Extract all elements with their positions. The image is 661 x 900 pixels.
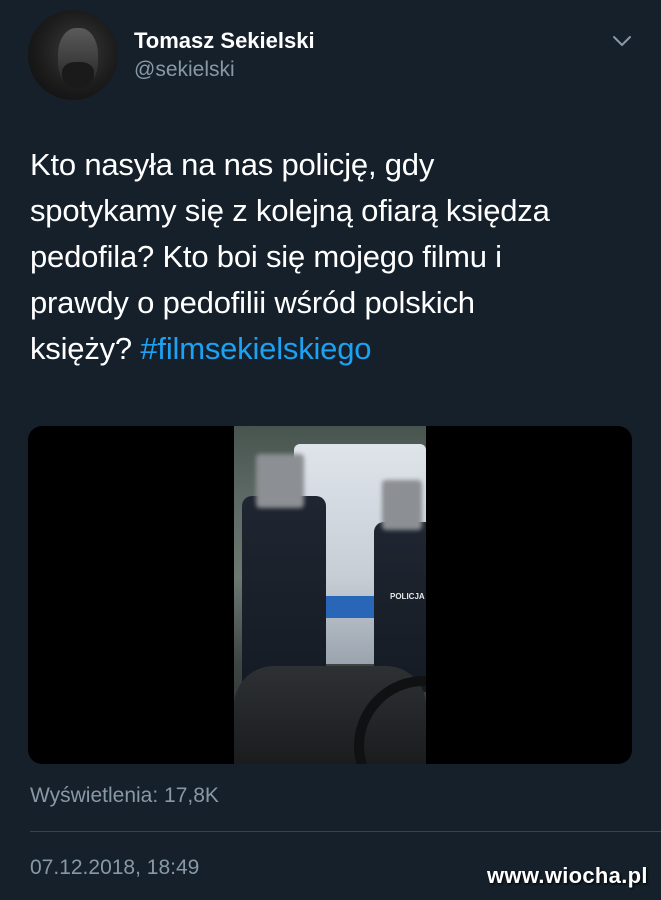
view-count: Wyświetlenia: 17,8K bbox=[30, 784, 219, 807]
blurred-face bbox=[382, 480, 422, 530]
watermark: www.wiocha.pl bbox=[487, 863, 648, 888]
author-handle[interactable]: @sekielski bbox=[134, 58, 235, 82]
tweet-line: spotykamy się z kolejną ofiarą księdza bbox=[30, 193, 550, 228]
tweet-text: Kto nasyła na nas policję, gdy spotykamy… bbox=[30, 142, 640, 372]
blurred-face bbox=[256, 454, 304, 508]
divider bbox=[30, 831, 661, 832]
tweet-line: Kto nasyła na nas policję, gdy bbox=[30, 147, 435, 182]
tweet-line-last: księży? #filmsekielskiego bbox=[30, 326, 640, 372]
chevron-down-icon[interactable] bbox=[612, 34, 632, 48]
video-frame: POLICJA bbox=[234, 426, 426, 764]
avatar[interactable] bbox=[28, 10, 118, 100]
author-name[interactable]: Tomasz Sekielski bbox=[134, 28, 315, 54]
avatar-beard bbox=[62, 62, 94, 88]
tweet-line: prawdy o pedofilii wśród polskich bbox=[30, 285, 475, 320]
tweet-timestamp[interactable]: 07.12.2018, 18:49 bbox=[30, 856, 199, 880]
hashtag-link[interactable]: #filmsekielskiego bbox=[140, 331, 371, 366]
tweet-line: księży? bbox=[30, 331, 132, 366]
video-player[interactable]: POLICJA bbox=[28, 426, 632, 764]
tweet-line: pedofila? Kto boi się mojego filmu i bbox=[30, 239, 502, 274]
vest-label: POLICJA bbox=[390, 592, 425, 601]
